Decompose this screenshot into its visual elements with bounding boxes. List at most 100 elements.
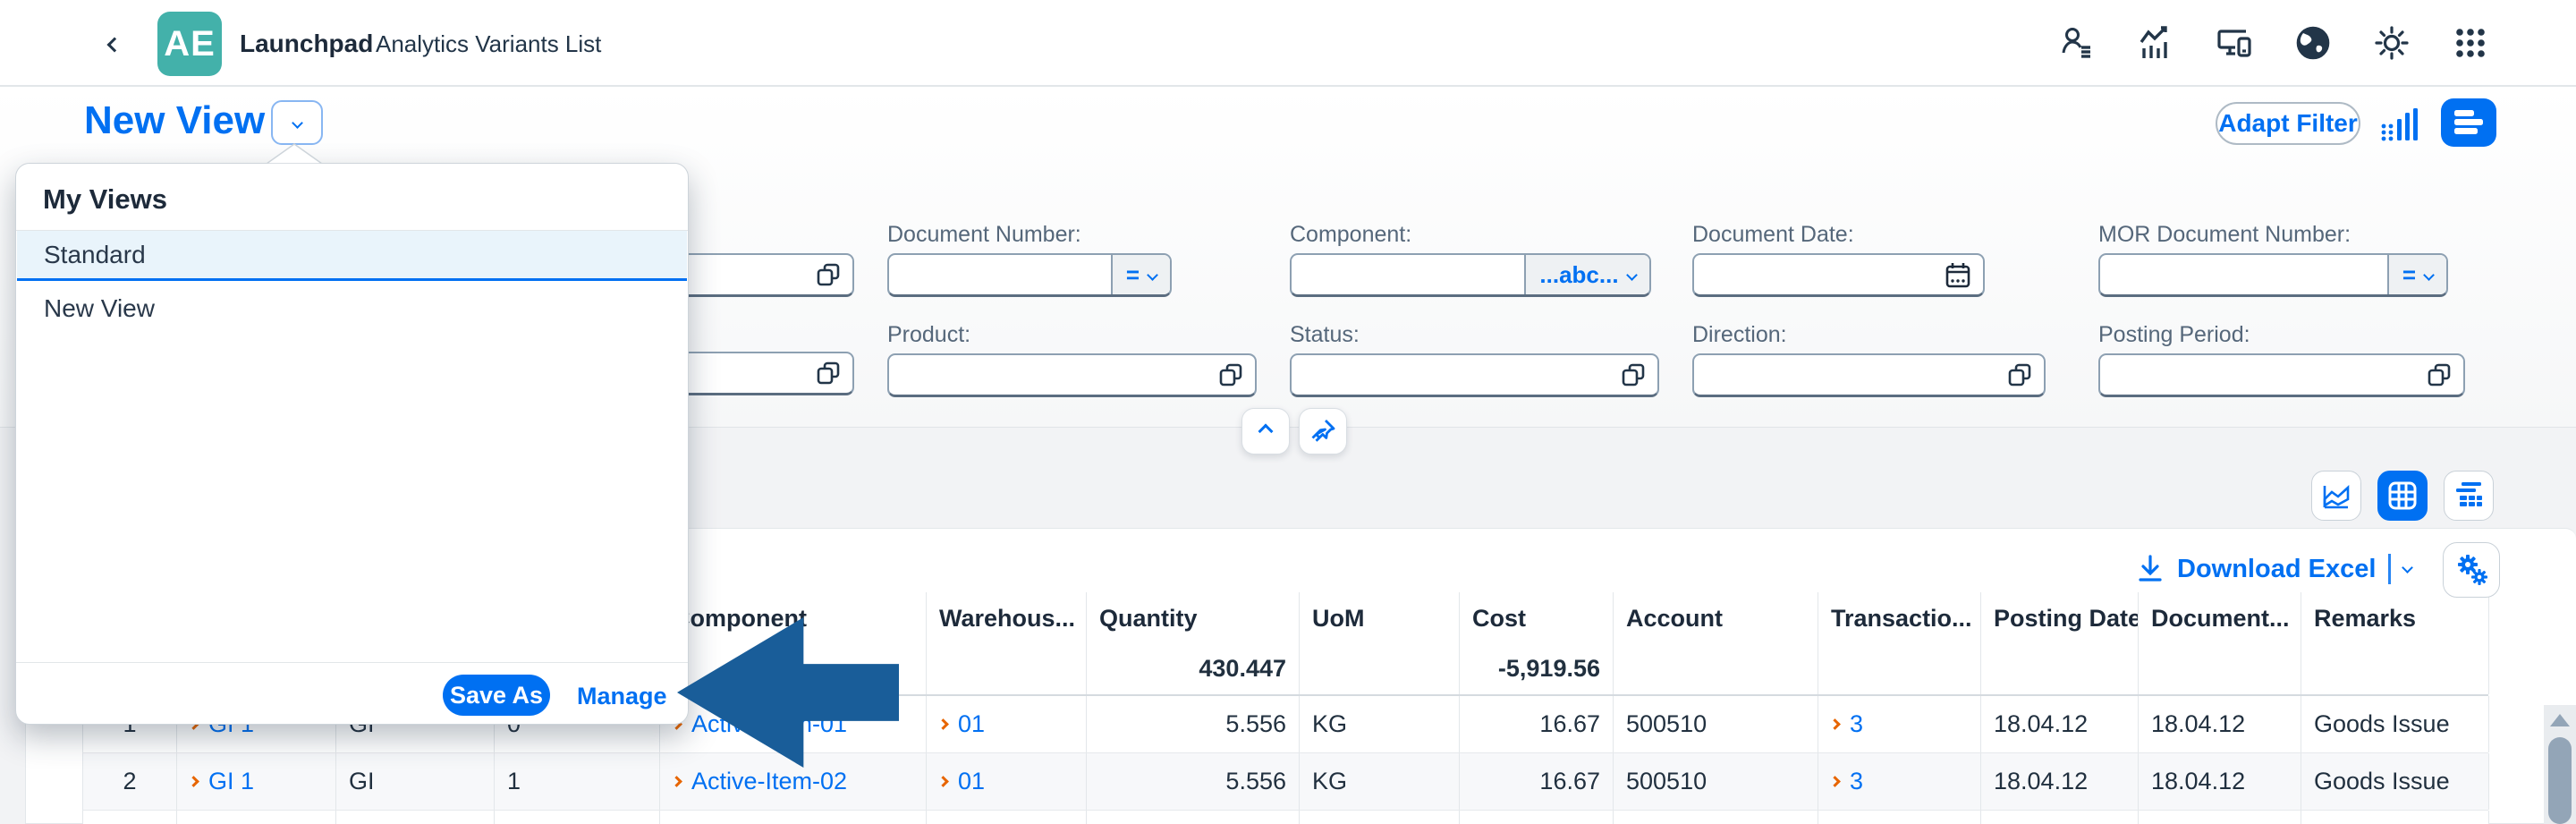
posting-date-cell: 18.04.12	[1981, 753, 2139, 810]
chevron-up-icon	[1258, 424, 1274, 439]
trend-chart-icon[interactable]	[2136, 23, 2175, 63]
filter-input[interactable]: =	[2098, 253, 2448, 297]
user-profile-icon[interactable]	[2057, 23, 2097, 63]
gears-icon	[2453, 552, 2489, 588]
vertical-scrollbar-thumb[interactable]	[2548, 737, 2572, 824]
operator-addon[interactable]: =	[1111, 255, 1170, 294]
calendar-icon[interactable]	[1944, 260, 1972, 289]
filter-field-status: Status:	[1290, 322, 1659, 397]
theme-brightness-icon[interactable]	[2372, 23, 2411, 63]
shell-actions	[2057, 23, 2490, 63]
chevron-down-icon	[292, 117, 303, 129]
col-header-posting-date[interactable]: Posting Date	[1981, 592, 2139, 642]
table-settings-button[interactable]	[2443, 542, 2500, 598]
filter-field-document-number: Document Number: =	[887, 222, 1172, 297]
posting-date-cell: 18.04.12	[1981, 696, 2139, 752]
app-subtitle: Analytics Variants List	[376, 30, 601, 58]
remarks-cell: Goods Issue	[2301, 753, 2489, 810]
transaction-link[interactable]: 3	[1831, 710, 1863, 738]
account-cell: 500510	[1614, 696, 1818, 752]
view-item-new-view[interactable]: New View	[17, 284, 687, 334]
uom-cell: KG	[1300, 696, 1460, 752]
adapt-filter-button[interactable]: Adapt Filter	[2216, 102, 2360, 145]
filter-input[interactable]	[887, 353, 1257, 397]
transaction-link[interactable]: 3	[1831, 768, 1863, 795]
drilldown-chevron-icon	[1829, 776, 1841, 787]
cost-cell: 16.67	[1460, 696, 1614, 752]
back-button[interactable]	[97, 27, 132, 63]
doc-type-cell: GI	[336, 753, 495, 810]
manage-link[interactable]: Manage	[577, 683, 667, 710]
value-help-copy-icon[interactable]	[1217, 361, 1244, 388]
filter-input[interactable]	[1290, 353, 1659, 397]
pin-filter-button[interactable]	[1299, 408, 1347, 454]
warehouse-link[interactable]: 01	[939, 768, 985, 795]
document-date-cell: 18.04.12	[2139, 696, 2301, 752]
filter-list-icon	[2451, 107, 2487, 138]
col-header-uom[interactable]: UoM	[1300, 592, 1460, 642]
col-header-remarks[interactable]: Remarks	[2301, 592, 2489, 642]
value-help-copy-icon[interactable]	[2426, 361, 2453, 388]
drilldown-chevron-icon	[188, 776, 199, 787]
chart-visibility-icon[interactable]	[2379, 106, 2420, 143]
drilldown-chevron-icon	[671, 776, 682, 787]
warehouse-link[interactable]: 01	[939, 710, 985, 738]
chevron-down-icon	[2402, 562, 2414, 573]
col-header-document-date[interactable]: Document...	[2139, 592, 2301, 642]
chart-table-view-toggle[interactable]	[2444, 471, 2494, 521]
filter-input[interactable]	[2098, 353, 2465, 397]
chart-view-toggle[interactable]	[2311, 471, 2361, 521]
col-header-quantity[interactable]: Quantity	[1087, 592, 1300, 642]
view-selector-dropdown-button[interactable]	[271, 100, 323, 145]
view-item-standard[interactable]: Standard	[17, 231, 687, 281]
app-screen: AE Launchpad Analytics Variants List	[0, 0, 2576, 824]
component-link[interactable]: Active-Item-02	[673, 768, 847, 795]
chevron-down-icon	[1626, 269, 1638, 281]
col-header-transaction[interactable]: Transactio...	[1818, 592, 1981, 642]
app-title: Launchpad	[240, 30, 373, 58]
value-help-copy-icon[interactable]	[815, 261, 842, 288]
filter-bar-toggle-button[interactable]	[2441, 98, 2496, 147]
view-title[interactable]: New View	[84, 98, 265, 143]
quantity-cell: 5.556	[1087, 753, 1300, 810]
filter-label: Product:	[887, 322, 1257, 349]
filter-label: Document Number:	[887, 222, 1172, 249]
operator-addon[interactable]: ...abc...	[1524, 255, 1649, 294]
filter-field-document-date: Document Date:	[1692, 222, 1985, 297]
save-as-button[interactable]: Save As	[443, 675, 550, 716]
table-row-partial	[82, 811, 2488, 824]
filter-input[interactable]: =	[887, 253, 1172, 297]
filter-input[interactable]	[1692, 253, 1985, 297]
filter-field-posting-period: Posting Period:	[2098, 322, 2465, 397]
value-help-copy-icon[interactable]	[815, 360, 842, 387]
col-header-cost[interactable]: Cost	[1460, 592, 1614, 642]
popup-title: My Views	[43, 183, 167, 216]
document-date-cell: 18.04.12	[2139, 753, 2301, 810]
scroll-up-arrow[interactable]	[2550, 714, 2570, 726]
download-excel-button[interactable]: Download Excel	[2136, 549, 2411, 589]
collapse-filter-button[interactable]	[1241, 408, 1290, 454]
col-header-account[interactable]: Account	[1614, 592, 1818, 642]
filter-field-direction: Direction:	[1692, 322, 2046, 397]
app-grid-icon[interactable]	[2451, 23, 2490, 63]
filter-input[interactable]: ...abc...	[1290, 253, 1651, 297]
aggregate-cost: -5,919.56	[1460, 642, 1614, 694]
shell-header: AE Launchpad Analytics Variants List	[0, 0, 2576, 87]
table-view-toggle[interactable]	[2377, 471, 2428, 521]
pin-icon	[1309, 417, 1337, 446]
document-link[interactable]: GI 1	[190, 768, 254, 795]
drilldown-chevron-icon	[937, 718, 949, 730]
devices-icon[interactable]	[2215, 23, 2254, 63]
operator-addon[interactable]: =	[2387, 255, 2446, 294]
drilldown-chevron-icon	[1829, 718, 1841, 730]
globe-icon[interactable]	[2293, 23, 2333, 63]
filter-input[interactable]	[1692, 353, 2046, 397]
download-icon	[2136, 554, 2165, 584]
value-help-copy-icon[interactable]	[1620, 361, 1647, 388]
chart-table-icon	[2453, 480, 2485, 512]
app-logo[interactable]: AE	[157, 12, 222, 76]
col-header-warehouse[interactable]: Warehous...	[927, 592, 1087, 642]
filter-label: Status:	[1290, 322, 1659, 349]
value-help-copy-icon[interactable]	[2006, 361, 2033, 388]
download-excel-label: Download Excel	[2177, 555, 2376, 584]
